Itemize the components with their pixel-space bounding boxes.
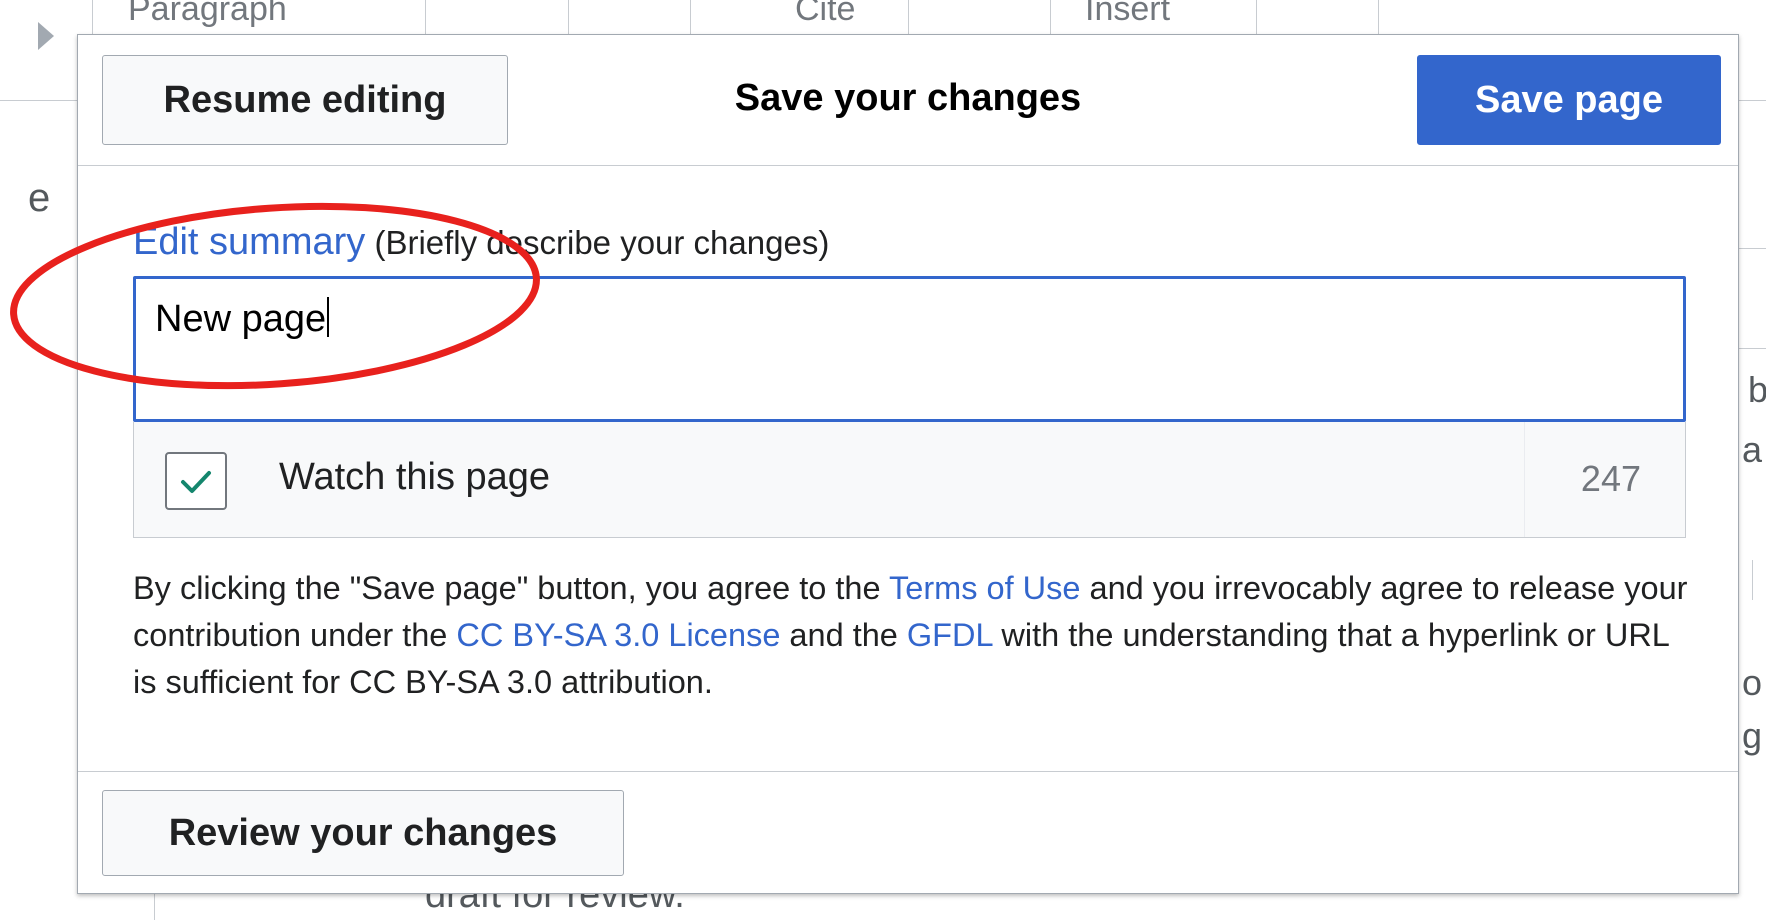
dialog-footer: Review your changes [78, 771, 1738, 896]
review-your-changes-button[interactable]: Review your changes [102, 790, 624, 876]
cc-by-sa-license-link[interactable]: CC BY-SA 3.0 License [456, 617, 780, 653]
character-counter: 247 [1580, 458, 1641, 499]
character-counter-cell: 247 [1524, 422, 1685, 537]
collapse-arrow-icon[interactable] [38, 22, 54, 50]
edit-summary-input[interactable] [133, 276, 1686, 422]
gfdl-link[interactable]: GFDL [907, 617, 992, 653]
background-heading-fragment: e [28, 176, 51, 220]
license-text: By clicking the "Save page" button, you … [133, 570, 890, 606]
dialog-header: Resume editing Save your changes Save pa… [78, 35, 1738, 166]
background-text-fragment: b [1748, 369, 1766, 410]
background-text-fragment: g [1742, 715, 1763, 756]
edit-summary-link[interactable]: Edit summary [133, 221, 365, 263]
toolbar-cite[interactable]: Cite [795, 0, 855, 26]
watch-this-page-checkbox[interactable] [165, 452, 227, 510]
license-text: and the [780, 617, 907, 653]
summary-options-row: Watch this page 247 [133, 422, 1686, 538]
edit-summary-hint: (Briefly describe your changes) [374, 224, 830, 261]
background-text-fragment: o [1742, 662, 1763, 703]
watch-this-page-label[interactable]: Watch this page [279, 456, 550, 499]
toolbar-insert[interactable]: Insert [1085, 0, 1170, 26]
checkmark-icon [181, 471, 211, 493]
background-divider [1752, 560, 1753, 600]
save-page-button[interactable]: Save page [1417, 55, 1721, 145]
edit-summary-text: New page [155, 298, 327, 340]
background-text-fragment: a [1742, 429, 1763, 470]
license-notice: By clicking the "Save page" button, you … [133, 565, 1693, 706]
edit-summary-value: New page [155, 297, 330, 341]
edit-summary-label: Edit summary (Briefly describe your chan… [133, 221, 829, 264]
text-caret [327, 297, 330, 337]
toolbar-paragraph[interactable]: Paragraph [128, 0, 287, 26]
terms-of-use-link[interactable]: Terms of Use [889, 570, 1080, 606]
save-changes-dialog: Resume editing Save your changes Save pa… [77, 34, 1739, 894]
